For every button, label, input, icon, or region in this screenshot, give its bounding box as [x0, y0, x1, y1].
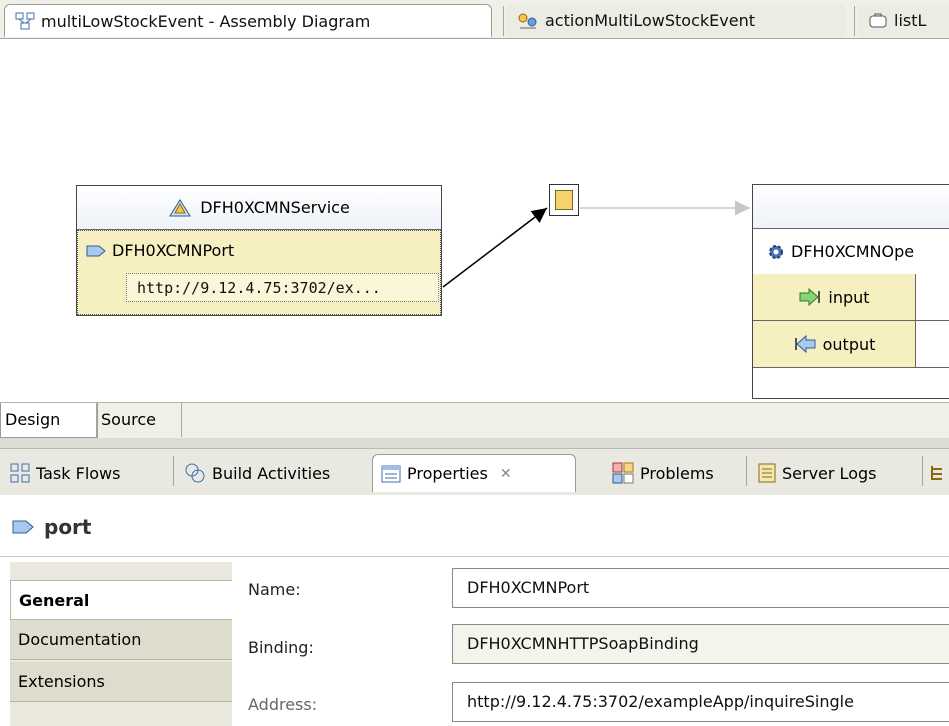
view-tab-label: Task Flows [36, 463, 121, 483]
operation-node-header [753, 185, 949, 229]
properties-title: port [12, 515, 91, 539]
tab-separator [922, 456, 923, 486]
divider [0, 556, 949, 557]
view-tab-build-activities[interactable]: Build Activities [176, 454, 368, 492]
view-tab-problems[interactable]: Problems [604, 454, 742, 492]
binding-node[interactable] [549, 184, 579, 216]
view-tab-server-logs[interactable]: Server Logs [750, 454, 920, 492]
view-tab-properties[interactable]: Properties ✕ [372, 454, 576, 492]
service-to-binding-wire [442, 207, 548, 288]
binding-field[interactable]: DFH0XCMNHTTPSoapBinding [452, 624, 949, 664]
input-label: input [828, 287, 870, 307]
operation-name-row: DFH0XCMNOpe [753, 229, 949, 275]
operation-name: DFH0XCMNOpe [791, 242, 915, 261]
service-node[interactable]: DFH0XCMNService DFH0XCMNPort http://9.12… [76, 185, 442, 316]
section-documentation[interactable]: Documentation [10, 620, 232, 660]
port-name: DFH0XCMNPort [112, 241, 235, 260]
close-icon[interactable]: ✕ [500, 466, 512, 482]
output-label: output [822, 334, 876, 354]
splitter[interactable] [0, 438, 949, 448]
name-field[interactable]: DFH0XCMNPort [452, 568, 949, 608]
address-field[interactable]: http://9.12.4.75:3702/exampleApp/inquire… [452, 682, 949, 722]
binding-icon [555, 190, 573, 210]
view-tab-task-flows[interactable]: Task Flows [2, 454, 170, 492]
overflow-view-icon[interactable] [930, 464, 946, 482]
tab-design[interactable]: Design [0, 403, 98, 438]
view-tab-label: Problems [640, 463, 714, 483]
operation-output-row[interactable]: output [753, 321, 949, 368]
address-label: Address: [248, 695, 318, 714]
server-logs-icon [758, 463, 776, 483]
output-arrow-icon [793, 335, 817, 353]
operation-input-row[interactable]: input [753, 274, 949, 321]
section-extensions[interactable]: Extensions [10, 662, 232, 702]
input-arrow-icon [798, 288, 822, 306]
problems-icon [612, 462, 634, 484]
view-tab-label: Properties [407, 464, 488, 483]
build-activities-icon [184, 462, 206, 484]
operation-node[interactable]: DFH0XCMNOpe input output [752, 184, 949, 399]
binding-label: Binding: [248, 638, 314, 657]
view-tab-label: Build Activities [212, 463, 331, 483]
port-icon [12, 519, 34, 535]
tab-source[interactable]: Source [96, 403, 182, 437]
name-label: Name: [248, 580, 301, 599]
port-node[interactable]: DFH0XCMNPort http://9.12.4.75:3702/ex... [77, 230, 441, 315]
service-node-header: DFH0XCMNService [77, 186, 441, 230]
tab-separator [173, 456, 174, 486]
gear-icon [767, 243, 785, 261]
service-icon [168, 198, 192, 218]
view-tab-label: Server Logs [782, 463, 877, 483]
task-flows-icon [10, 463, 30, 483]
service-name: DFH0XCMNService [200, 198, 350, 217]
port-address: http://9.12.4.75:3702/ex... [126, 273, 439, 302]
section-general[interactable]: General [10, 580, 232, 620]
tab-separator [746, 456, 747, 486]
properties-icon [381, 465, 401, 483]
port-icon [86, 244, 106, 258]
properties-title-text: port [44, 515, 92, 539]
